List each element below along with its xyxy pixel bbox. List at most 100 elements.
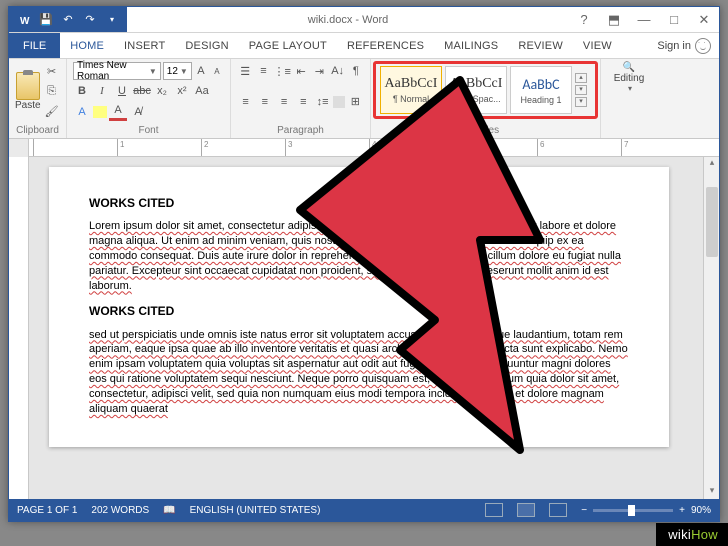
paragraph-group: ☰ ≡ ⋮≡ ⇤ ⇥ A↓ ¶ ≡ ≡ ≡ ≡ ↕≡ ⊞ Paragraph (231, 59, 371, 138)
bullets-icon[interactable]: ☰ (237, 62, 253, 80)
grow-font-icon[interactable]: A (194, 62, 208, 80)
font-color-icon[interactable]: A (109, 103, 127, 121)
title-bar: W 💾 ↶ ↷ ▾ wiki.docx - Word ? ⬒ — □ ✕ (9, 7, 719, 33)
print-layout-icon[interactable] (517, 503, 535, 517)
highlight-icon[interactable] (93, 106, 107, 118)
ribbon-options-icon[interactable]: ⬒ (599, 7, 629, 33)
tab-view[interactable]: VIEW (573, 33, 622, 58)
clear-formatting-icon[interactable]: A̸ (129, 103, 147, 121)
close-icon[interactable]: ✕ (689, 7, 719, 33)
paste-button[interactable]: Paste (15, 72, 41, 111)
format-painter-icon[interactable]: 🖌 (43, 102, 61, 120)
strikethrough-button[interactable]: abc (133, 82, 151, 100)
scroll-thumb[interactable] (706, 187, 718, 257)
editing-button[interactable]: 🔍 Editing ▾ (607, 62, 651, 93)
zoom-slider[interactable] (593, 509, 673, 512)
bold-button[interactable]: B (73, 82, 91, 100)
style-label: ¶ Normal (393, 94, 429, 104)
maximize-icon[interactable]: □ (659, 7, 689, 33)
copy-icon[interactable]: ⎘ (43, 82, 61, 100)
sign-in-link[interactable]: Sign in (657, 40, 691, 52)
tab-home[interactable]: HOME (60, 33, 114, 58)
file-tab[interactable]: FILE (9, 33, 60, 58)
justify-icon[interactable]: ≡ (295, 93, 312, 111)
tab-insert[interactable]: INSERT (114, 33, 175, 58)
shrink-font-icon[interactable]: A (210, 62, 224, 80)
borders-icon[interactable]: ⊞ (347, 93, 364, 111)
language-indicator[interactable]: ENGLISH (UNITED STATES) (190, 505, 321, 516)
paste-icon (16, 72, 40, 100)
superscript-button[interactable]: x² (173, 82, 191, 100)
tab-mailings[interactable]: MAILINGS (434, 33, 508, 58)
svg-text:W: W (20, 16, 30, 27)
help-icon[interactable]: ? (569, 7, 599, 33)
change-case-icon[interactable]: Aa (193, 82, 211, 100)
page-indicator[interactable]: PAGE 1 OF 1 (17, 505, 77, 516)
style-label: ¶ No Spac... (451, 94, 500, 104)
zoom-in-icon[interactable]: + (679, 505, 685, 516)
styles-down-icon[interactable]: ▾ (575, 85, 587, 95)
document-page[interactable]: WORKS CITED Lorem ipsum dolor sit amet, … (49, 167, 669, 447)
qat-customize-icon[interactable]: ▾ (103, 11, 121, 29)
ruler-tick (285, 139, 369, 156)
tab-references[interactable]: REFERENCES (337, 33, 434, 58)
zoom-out-icon[interactable]: − (581, 505, 587, 516)
scroll-down-icon[interactable]: ▾ (704, 485, 719, 499)
tab-design[interactable]: DESIGN (175, 33, 238, 58)
align-right-icon[interactable]: ≡ (276, 93, 293, 111)
style-preview: AaBbC (522, 76, 559, 93)
chevron-down-icon: ▼ (149, 67, 157, 76)
text-effects-icon[interactable]: A (73, 103, 91, 121)
tab-page-layout[interactable]: PAGE LAYOUT (239, 33, 337, 58)
styles-group-label: Styles (377, 125, 594, 136)
word-icon[interactable]: W (15, 11, 33, 29)
font-size-combo[interactable]: 12▼ (163, 62, 192, 80)
font-group: Times New Roman▼ 12▼ A A B I U abc x₂ x²… (67, 59, 231, 138)
ruler-tick (537, 139, 621, 156)
vertical-scrollbar[interactable]: ▴ ▾ (703, 157, 719, 499)
scroll-up-icon[interactable]: ▴ (704, 157, 719, 171)
increase-indent-icon[interactable]: ⇥ (311, 62, 327, 80)
shading-icon[interactable] (333, 96, 345, 108)
sort-icon[interactable]: A↓ (329, 62, 345, 80)
subscript-button[interactable]: x₂ (153, 82, 171, 100)
italic-button[interactable]: I (93, 82, 111, 100)
chevron-down-icon: ▼ (180, 67, 188, 76)
multilevel-list-icon[interactable]: ⋮≡ (274, 62, 291, 80)
underline-button[interactable]: U (113, 82, 131, 100)
font-group-label: Font (73, 125, 224, 136)
save-icon[interactable]: 💾 (37, 11, 55, 29)
feedback-icon[interactable] (695, 38, 711, 54)
zoom-thumb[interactable] (628, 505, 635, 516)
vertical-ruler[interactable] (9, 157, 29, 499)
read-mode-icon[interactable] (485, 503, 503, 517)
zoom-level[interactable]: 90% (691, 505, 711, 516)
clipboard-group-label: Clipboard (15, 125, 60, 136)
undo-icon[interactable]: ↶ (59, 11, 77, 29)
numbering-icon[interactable]: ≡ (255, 62, 271, 80)
decrease-indent-icon[interactable]: ⇤ (293, 62, 309, 80)
align-left-icon[interactable]: ≡ (237, 93, 254, 111)
word-count[interactable]: 202 WORDS (91, 505, 149, 516)
show-marks-icon[interactable]: ¶ (348, 62, 364, 80)
cut-icon[interactable]: ✂ (43, 62, 61, 80)
ruler-tick (453, 139, 537, 156)
style-heading-1[interactable]: AaBbC Heading 1 (510, 66, 572, 114)
ruler-tick (117, 139, 201, 156)
redo-icon[interactable]: ↷ (81, 11, 99, 29)
style-normal[interactable]: AaBbCcI ¶ Normal (380, 66, 442, 114)
font-name-combo[interactable]: Times New Roman▼ (73, 62, 161, 80)
horizontal-ruler[interactable] (9, 139, 719, 157)
align-center-icon[interactable]: ≡ (256, 93, 273, 111)
line-spacing-icon[interactable]: ↕≡ (314, 93, 331, 111)
styles-more-icon[interactable]: ▾ (575, 97, 587, 107)
ruler-tick (201, 139, 285, 156)
web-layout-icon[interactable] (549, 503, 567, 517)
editing-group: 🔍 Editing ▾ (601, 59, 657, 138)
styles-up-icon[interactable]: ▴ (575, 73, 587, 83)
proofing-icon[interactable]: 📖 (163, 505, 175, 516)
minimize-icon[interactable]: — (629, 7, 659, 33)
tab-review[interactable]: REVIEW (508, 33, 573, 58)
style-no-spacing[interactable]: AaBbCcI ¶ No Spac... (445, 66, 507, 114)
page-viewport[interactable]: WORKS CITED Lorem ipsum dolor sit amet, … (29, 157, 703, 499)
